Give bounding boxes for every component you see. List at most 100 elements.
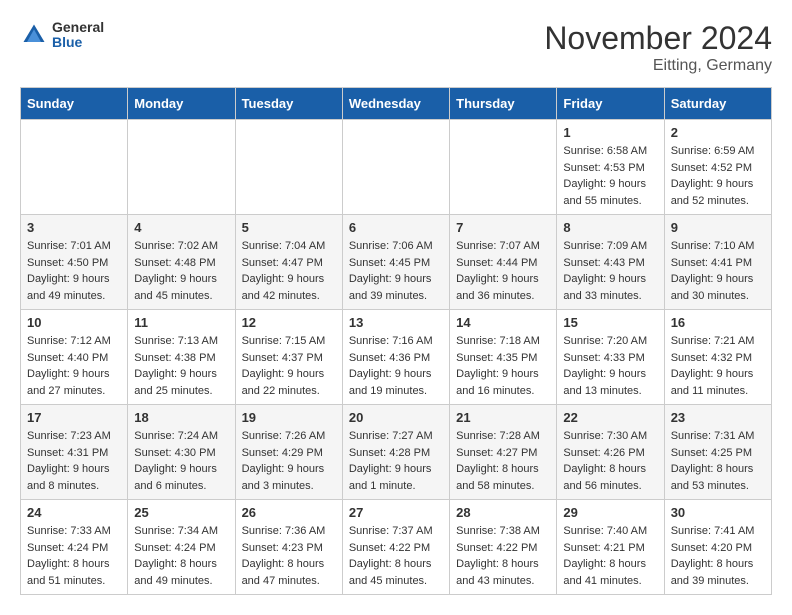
day-detail: Sunrise: 7:31 AM Sunset: 4:25 PM Dayligh… — [671, 428, 765, 494]
day-detail: Sunrise: 7:07 AM Sunset: 4:44 PM Dayligh… — [456, 238, 550, 304]
header-monday: Monday — [128, 88, 235, 120]
logo-blue-text: Blue — [52, 35, 104, 50]
calendar-cell: 26 Sunrise: 7:36 AM Sunset: 4:23 PM Dayli… — [235, 500, 342, 595]
day-number: 26 — [242, 505, 336, 520]
calendar-cell: 11 Sunrise: 7:13 AM Sunset: 4:38 PM Dayli… — [128, 310, 235, 405]
day-number: 16 — [671, 315, 765, 330]
calendar-cell: 19 Sunrise: 7:26 AM Sunset: 4:29 PM Dayli… — [235, 405, 342, 500]
calendar-cell: 9 Sunrise: 7:10 AM Sunset: 4:41 PM Daylig… — [664, 215, 771, 310]
day-detail: Sunrise: 7:23 AM Sunset: 4:31 PM Dayligh… — [27, 428, 121, 494]
calendar-cell: 18 Sunrise: 7:24 AM Sunset: 4:30 PM Dayli… — [128, 405, 235, 500]
calendar-table: Sunday Monday Tuesday Wednesday Thursday… — [20, 87, 772, 595]
calendar-cell: 14Sunrise: 7:18 AM Sunset: 4:35 PM Dayli… — [450, 310, 557, 405]
day-number: 11 — [134, 315, 228, 330]
day-number: 1 — [563, 125, 657, 140]
calendar-cell: 6 Sunrise: 7:06 AM Sunset: 4:45 PM Daylig… — [342, 215, 449, 310]
calendar-cell: 23 Sunrise: 7:31 AM Sunset: 4:25 PM Dayli… — [664, 405, 771, 500]
calendar-cell: 12 Sunrise: 7:15 AM Sunset: 4:37 PM Dayli… — [235, 310, 342, 405]
header: General Blue November 2024 Eitting, Germ… — [20, 20, 772, 75]
title-section: November 2024 Eitting, Germany — [544, 20, 772, 75]
day-detail: Sunrise: 7:38 AM Sunset: 4:22 PM Dayligh… — [456, 523, 550, 589]
header-tuesday: Tuesday — [235, 88, 342, 120]
calendar-cell: 22 Sunrise: 7:30 AM Sunset: 4:26 PM Dayli… — [557, 405, 664, 500]
day-detail: Sunrise: 7:30 AM Sunset: 4:26 PM Dayligh… — [563, 428, 657, 494]
day-detail: Sunrise: 7:06 AM Sunset: 4:45 PM Dayligh… — [349, 238, 443, 304]
calendar-cell: 8Sunrise: 7:09 AM Sunset: 4:43 PM Daylig… — [557, 215, 664, 310]
calendar-cell — [342, 120, 449, 215]
day-detail: Sunrise: 7:27 AM Sunset: 4:28 PM Dayligh… — [349, 428, 443, 494]
page: General Blue November 2024 Eitting, Germ… — [0, 0, 792, 615]
calendar-cell: 24 Sunrise: 7:33 AM Sunset: 4:24 PM Dayli… — [21, 500, 128, 595]
calendar-cell: 2 Sunrise: 6:59 AM Sunset: 4:52 PM Daylig… — [664, 120, 771, 215]
logo-text: General Blue — [52, 20, 104, 51]
day-detail: Sunrise: 7:02 AM Sunset: 4:48 PM Dayligh… — [134, 238, 228, 304]
calendar-cell: 20 Sunrise: 7:27 AM Sunset: 4:28 PM Dayli… — [342, 405, 449, 500]
location: Eitting, Germany — [544, 57, 772, 75]
day-detail: Sunrise: 7:13 AM Sunset: 4:38 PM Dayligh… — [134, 333, 228, 399]
day-number: 29 — [563, 505, 657, 520]
day-detail: Sunrise: 7:40 AM Sunset: 4:21 PM Dayligh… — [563, 523, 657, 589]
calendar-cell: 16 Sunrise: 7:21 AM Sunset: 4:32 PM Dayli… — [664, 310, 771, 405]
day-number: 12 — [242, 315, 336, 330]
calendar-cell: 15 Sunrise: 7:20 AM Sunset: 4:33 PM Dayli… — [557, 310, 664, 405]
calendar-week-3: 17 Sunrise: 7:23 AM Sunset: 4:31 PM Dayli… — [21, 405, 772, 500]
calendar-cell: 10Sunrise: 7:12 AM Sunset: 4:40 PM Dayli… — [21, 310, 128, 405]
day-number: 9 — [671, 220, 765, 235]
month-title: November 2024 — [544, 20, 772, 57]
day-number: 13 — [349, 315, 443, 330]
logo-icon — [20, 21, 48, 49]
day-detail: Sunrise: 7:21 AM Sunset: 4:32 PM Dayligh… — [671, 333, 765, 399]
day-detail: Sunrise: 7:15 AM Sunset: 4:37 PM Dayligh… — [242, 333, 336, 399]
day-detail: Sunrise: 7:20 AM Sunset: 4:33 PM Dayligh… — [563, 333, 657, 399]
day-number: 24 — [27, 505, 121, 520]
calendar-cell: 1Sunrise: 6:58 AM Sunset: 4:53 PM Daylig… — [557, 120, 664, 215]
day-number: 18 — [134, 410, 228, 425]
day-number: 22 — [563, 410, 657, 425]
header-saturday: Saturday — [664, 88, 771, 120]
day-detail: Sunrise: 7:26 AM Sunset: 4:29 PM Dayligh… — [242, 428, 336, 494]
day-number: 30 — [671, 505, 765, 520]
day-detail: Sunrise: 7:04 AM Sunset: 4:47 PM Dayligh… — [242, 238, 336, 304]
calendar-cell: 13 Sunrise: 7:16 AM Sunset: 4:36 PM Dayli… — [342, 310, 449, 405]
calendar-week-2: 10Sunrise: 7:12 AM Sunset: 4:40 PM Dayli… — [21, 310, 772, 405]
calendar-week-1: 3Sunrise: 7:01 AM Sunset: 4:50 PM Daylig… — [21, 215, 772, 310]
day-detail: Sunrise: 7:10 AM Sunset: 4:41 PM Dayligh… — [671, 238, 765, 304]
calendar-week-0: 1Sunrise: 6:58 AM Sunset: 4:53 PM Daylig… — [21, 120, 772, 215]
calendar-cell: 3Sunrise: 7:01 AM Sunset: 4:50 PM Daylig… — [21, 215, 128, 310]
calendar-cell: 30 Sunrise: 7:41 AM Sunset: 4:20 PM Dayli… — [664, 500, 771, 595]
calendar-cell: 5Sunrise: 7:04 AM Sunset: 4:47 PM Daylig… — [235, 215, 342, 310]
calendar-header-row: Sunday Monday Tuesday Wednesday Thursday… — [21, 88, 772, 120]
header-friday: Friday — [557, 88, 664, 120]
day-detail: Sunrise: 7:18 AM Sunset: 4:35 PM Dayligh… — [456, 333, 550, 399]
day-detail: Sunrise: 6:59 AM Sunset: 4:52 PM Dayligh… — [671, 143, 765, 209]
calendar-week-4: 24 Sunrise: 7:33 AM Sunset: 4:24 PM Dayli… — [21, 500, 772, 595]
day-number: 19 — [242, 410, 336, 425]
header-wednesday: Wednesday — [342, 88, 449, 120]
calendar-cell: 29 Sunrise: 7:40 AM Sunset: 4:21 PM Dayli… — [557, 500, 664, 595]
calendar-cell: 25Sunrise: 7:34 AM Sunset: 4:24 PM Dayli… — [128, 500, 235, 595]
day-number: 28 — [456, 505, 550, 520]
day-number: 6 — [349, 220, 443, 235]
calendar-cell: 4Sunrise: 7:02 AM Sunset: 4:48 PM Daylig… — [128, 215, 235, 310]
day-detail: Sunrise: 7:24 AM Sunset: 4:30 PM Dayligh… — [134, 428, 228, 494]
day-detail: Sunrise: 7:41 AM Sunset: 4:20 PM Dayligh… — [671, 523, 765, 589]
day-number: 15 — [563, 315, 657, 330]
day-detail: Sunrise: 7:37 AM Sunset: 4:22 PM Dayligh… — [349, 523, 443, 589]
calendar-cell — [128, 120, 235, 215]
calendar-cell — [235, 120, 342, 215]
day-detail: Sunrise: 7:33 AM Sunset: 4:24 PM Dayligh… — [27, 523, 121, 589]
day-number: 27 — [349, 505, 443, 520]
day-detail: Sunrise: 7:36 AM Sunset: 4:23 PM Dayligh… — [242, 523, 336, 589]
header-sunday: Sunday — [21, 88, 128, 120]
day-detail: Sunrise: 7:01 AM Sunset: 4:50 PM Dayligh… — [27, 238, 121, 304]
day-number: 20 — [349, 410, 443, 425]
day-number: 23 — [671, 410, 765, 425]
calendar-cell: 7 Sunrise: 7:07 AM Sunset: 4:44 PM Daylig… — [450, 215, 557, 310]
day-detail: Sunrise: 7:09 AM Sunset: 4:43 PM Dayligh… — [563, 238, 657, 304]
day-detail: Sunrise: 7:16 AM Sunset: 4:36 PM Dayligh… — [349, 333, 443, 399]
day-number: 21 — [456, 410, 550, 425]
day-number: 2 — [671, 125, 765, 140]
logo: General Blue — [20, 20, 104, 51]
day-number: 7 — [456, 220, 550, 235]
day-number: 17 — [27, 410, 121, 425]
